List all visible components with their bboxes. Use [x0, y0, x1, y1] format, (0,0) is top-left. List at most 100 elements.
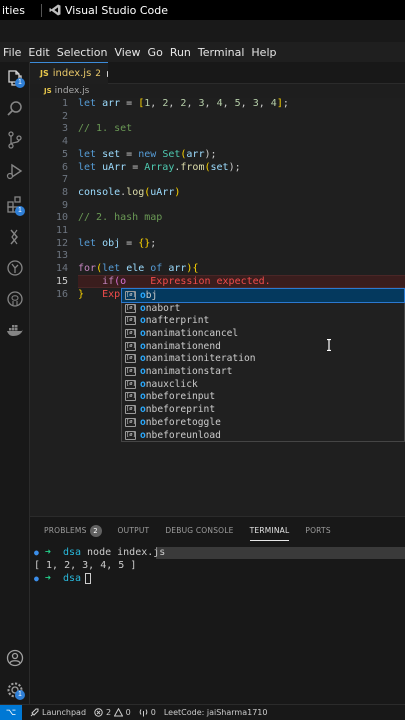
status-bar: ⌥ Launchpad 2 0 0 LeetCode: jaiSharma171…	[0, 704, 405, 720]
terminal-cursor	[85, 572, 91, 584]
suggestion-rest: nbeforeprint	[145, 404, 216, 416]
tab-debug-console[interactable]: DEBUG CONSOLE	[165, 523, 233, 539]
arg: set	[210, 161, 229, 173]
breadcrumb-file[interactable]: index.js	[55, 86, 90, 96]
launchpad-status[interactable]: Launchpad	[30, 708, 86, 717]
prompt-dir: dsa	[62, 547, 81, 558]
code-line-15: if(o Expression expected.	[78, 276, 271, 288]
suggestion-item[interactable]: [ø] o nafterprint	[122, 314, 404, 327]
terminal-line-2: [ 1, 2, 3, 4, 5 ]	[34, 560, 137, 571]
remote-indicator-icon[interactable]: ⌥	[0, 704, 22, 720]
text-cursor-icon	[327, 339, 331, 351]
code-line-6: let uArr = Array.from(set);	[78, 161, 241, 173]
suggestion-item[interactable]: [ø] o nbeforetoggle	[122, 416, 404, 429]
remote-explorer-icon[interactable]	[5, 258, 25, 278]
js-file-icon: JS	[40, 69, 49, 78]
var: obj	[102, 237, 121, 249]
variable-icon: [ø]	[125, 430, 136, 440]
accounts-icon[interactable]	[5, 648, 25, 668]
line-number: 16	[55, 288, 68, 300]
num: 3	[198, 98, 205, 109]
window-title-strip	[0, 20, 405, 42]
tab-ports[interactable]: PORTS	[305, 523, 330, 539]
suggestion-item[interactable]: [ø] o nanimationend	[122, 340, 404, 353]
menu-selection[interactable]: Selection	[54, 46, 112, 59]
command-text: node index.js	[87, 547, 166, 558]
problems-status[interactable]: 2 0	[94, 708, 131, 717]
fn: log	[126, 186, 145, 198]
suggestion-rest: nanimationend	[145, 340, 221, 352]
top-bar-divider	[41, 3, 42, 17]
class: Array	[144, 161, 175, 173]
end: );	[228, 161, 241, 173]
tab-problem-count: 2	[95, 68, 102, 79]
num: 2	[162, 98, 169, 109]
extensions-badge: 1	[15, 206, 25, 216]
suggestion-item[interactable]: [ø] o bj	[121, 288, 405, 303]
suggestion-item[interactable]: [ø] o nbeforeprint	[122, 403, 404, 416]
source-control-icon[interactable]	[5, 130, 25, 150]
arr: arr	[168, 263, 187, 275]
prompt-dir: dsa	[62, 573, 81, 584]
leetcode-status[interactable]: LeetCode: jaiSharma1710	[164, 708, 268, 717]
search-icon[interactable]	[5, 99, 25, 119]
line-number: 2	[61, 110, 68, 122]
testing-icon[interactable]	[5, 227, 25, 247]
suggestion-rest: nafterprint	[145, 315, 210, 327]
kw: let	[78, 98, 97, 109]
editor-tab-bar: JS index.js 2	[30, 62, 405, 84]
line-number: 15	[55, 275, 68, 287]
tab-output[interactable]: OUTPUT	[118, 523, 150, 539]
menu-edit[interactable]: Edit	[25, 46, 53, 59]
menu-help[interactable]: Help	[248, 46, 280, 59]
line-number: 7	[61, 174, 68, 186]
docker-icon[interactable]	[5, 320, 25, 340]
menu-file[interactable]: File	[0, 46, 25, 59]
unsaved-dot-icon[interactable]	[107, 70, 108, 77]
activities-label[interactable]: ities	[0, 4, 38, 17]
command-decoration-icon: ●	[34, 574, 39, 583]
kw: let	[78, 237, 97, 249]
suggestion-item[interactable]: [ø] o nabort	[122, 302, 404, 315]
line-number: 8	[61, 186, 68, 198]
menu-terminal[interactable]: Terminal	[195, 46, 249, 59]
tab-index-js[interactable]: JS index.js 2	[30, 62, 108, 84]
tab-terminal[interactable]: TERMINAL	[249, 523, 290, 541]
variable-icon: [ø]	[125, 354, 136, 364]
ports-status[interactable]: 0	[139, 708, 156, 717]
run-debug-icon[interactable]	[5, 161, 25, 181]
suggestion-rest: nabort	[145, 302, 181, 314]
variable-icon: [ø]	[125, 290, 136, 300]
suggestion-item[interactable]: [ø] o nbeforeunload	[122, 429, 404, 442]
suggestion-item[interactable]: [ø] o nauxclick	[122, 378, 404, 391]
inline-error-truncated: Exp	[102, 288, 121, 300]
tab-problems-label: PROBLEMS	[44, 526, 87, 535]
menu-bar: File Edit Selection View Go Run Terminal…	[0, 42, 405, 62]
suggestion-item[interactable]: [ø] o nanimationstart	[122, 365, 404, 378]
error-icon	[94, 708, 103, 717]
line-number: 5	[61, 148, 68, 160]
suggestion-item[interactable]: [ø] o nbeforeinput	[122, 391, 404, 404]
variable-icon: [ø]	[125, 341, 136, 351]
suggestion-item[interactable]: [ø] o nanimationcancel	[122, 327, 404, 340]
menu-view[interactable]: View	[111, 46, 144, 59]
op: =	[126, 161, 145, 173]
github-icon[interactable]	[5, 289, 25, 309]
vscode-icon	[49, 4, 61, 16]
suggestion-widget: [ø] o bj [ø] o nabort [ø] o nafterprint [ø] o na…	[121, 288, 405, 442]
tab-problems[interactable]: PROBLEMS 2	[44, 523, 102, 539]
code-editor[interactable]: 1 2 3 4 5 6 7 8 9 10 11 12 13 14 15 16 l…	[30, 98, 405, 516]
terminal-line-3[interactable]: ● ➜ dsa	[34, 572, 91, 585]
code-line-12: let obj = {};	[78, 238, 156, 250]
problems-count-badge: 2	[89, 525, 102, 537]
var: set	[102, 148, 121, 160]
val: {}	[138, 237, 151, 249]
kw: let	[78, 161, 97, 173]
line-number: 14	[55, 263, 68, 275]
suggestion-item[interactable]: [ø] o nanimationiteration	[122, 353, 404, 366]
suggestion-rest: nauxclick	[145, 378, 198, 390]
menu-go[interactable]: Go	[145, 46, 167, 59]
variable-icon: [ø]	[125, 328, 136, 338]
menu-run[interactable]: Run	[167, 46, 195, 59]
line-number: 3	[61, 123, 68, 135]
